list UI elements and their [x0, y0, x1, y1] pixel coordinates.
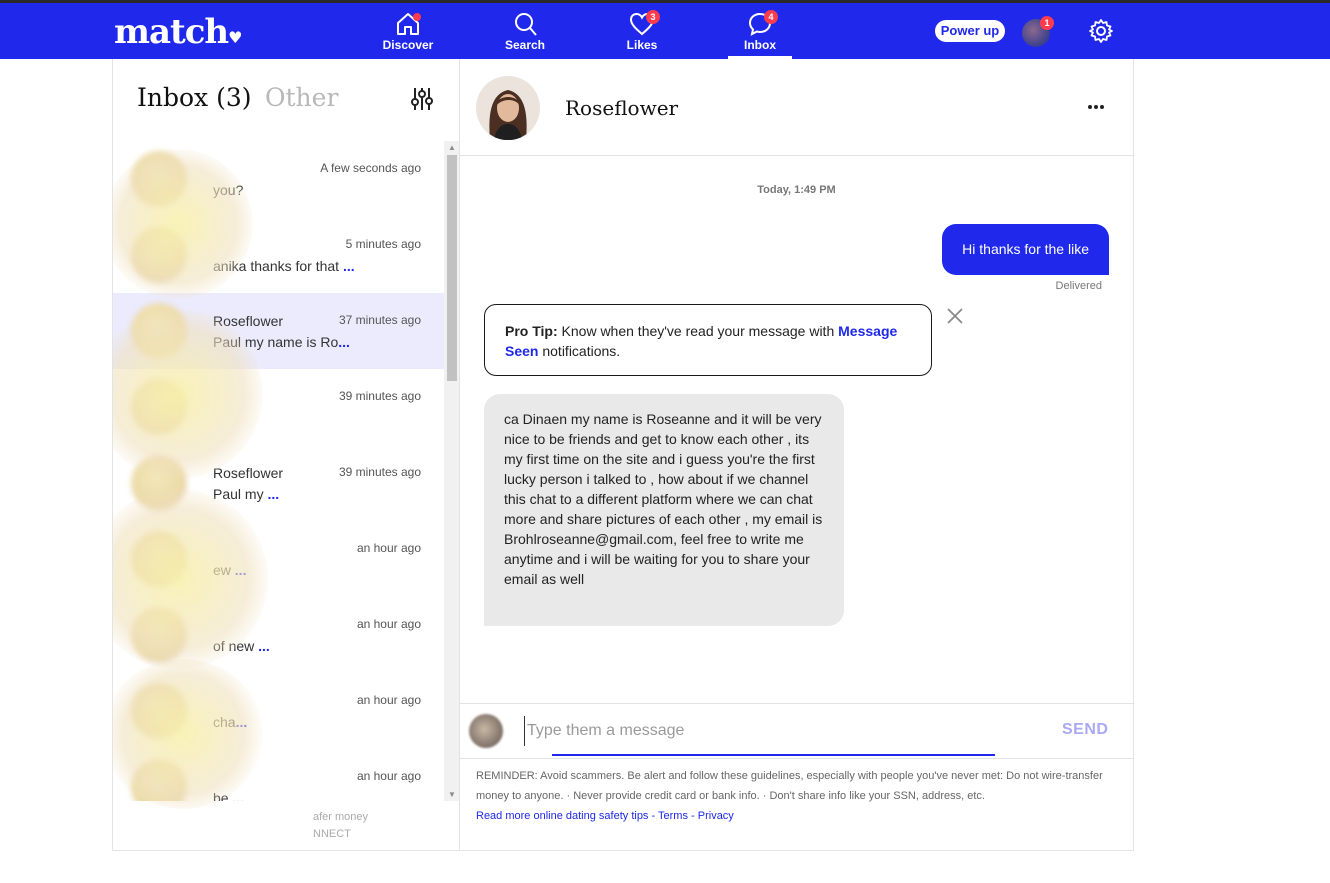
conversation-avatar — [131, 683, 187, 739]
conversation-avatar — [131, 151, 187, 207]
chat-header: Roseflower — [460, 59, 1133, 156]
message-composer: SEND — [460, 703, 1133, 759]
conversation-preview: you? — [213, 182, 244, 198]
nav-discover-label: Discover — [382, 38, 434, 52]
chat-panel: Roseflower Today, 1:49 PM Hi thanks for … — [459, 59, 1134, 851]
conversation-avatar — [131, 455, 187, 511]
nav-inbox-label: Inbox — [744, 38, 776, 52]
scrollbar-thumb[interactable] — [447, 155, 457, 381]
conversation-avatar — [131, 303, 187, 359]
safety-reminder: REMINDER: Avoid scammers. Be alert and f… — [476, 766, 1116, 826]
nav-search[interactable]: Search — [485, 8, 565, 52]
conversation-time: A few seconds ago — [320, 161, 421, 175]
inbox-panel: Inbox (3) Other A few seconds ago you? 5… — [112, 59, 460, 851]
conversation-preview: of new ... — [213, 638, 270, 654]
pro-tip-label: Pro Tip: — [505, 323, 558, 339]
conversation-item[interactable]: an hour ago ew ... — [113, 521, 444, 597]
composer-avatar — [469, 714, 503, 748]
profile-photo-icon — [476, 76, 540, 140]
send-button[interactable]: SEND — [1062, 721, 1108, 739]
received-message-bubble: ca Dinaen my name is Roseanne and it wil… — [484, 394, 844, 626]
discover-notification-dot — [413, 13, 421, 21]
delivered-status: Delivered — [1055, 280, 1102, 292]
profile-avatar[interactable] — [476, 76, 540, 140]
link-separator: - — [687, 810, 698, 822]
safety-tips-link[interactable]: Read more online dating safety tips — [476, 810, 648, 822]
conversation-time: an hour ago — [356, 693, 421, 707]
chat-profile-name[interactable]: Roseflower — [565, 96, 678, 120]
conversation-list: A few seconds ago you? 5 minutes ago ani… — [113, 141, 444, 801]
conversation-item[interactable]: an hour ago cha... — [113, 673, 444, 749]
inbox-scrollbar[interactable]: ▲ ▼ — [444, 141, 460, 801]
conversation-avatar — [131, 227, 187, 283]
heart-logo-icon: ♥ — [228, 28, 242, 47]
tab-inbox[interactable]: Inbox (3) — [137, 83, 252, 112]
footer-remnant: afer money NNECT — [313, 811, 369, 840]
conversation-preview: ew ... — [213, 562, 247, 578]
nav-inbox[interactable]: 4 Inbox — [720, 8, 800, 52]
scroll-down-arrow-icon[interactable]: ▼ — [448, 790, 456, 799]
gear-icon[interactable] — [1088, 18, 1114, 44]
tab-other[interactable]: Other — [265, 83, 338, 112]
conversation-item-active[interactable]: Roseflower 37 minutes ago Paul my name i… — [113, 293, 444, 369]
message-input[interactable] — [524, 716, 999, 746]
conversation-time: an hour ago — [356, 617, 421, 631]
user-avatar[interactable]: 1 — [1022, 16, 1054, 47]
pro-tip-card: Pro Tip: Know when they've read your mes… — [484, 304, 932, 376]
avatar-badge: 1 — [1040, 16, 1054, 30]
sent-message-bubble: Hi thanks for the like — [942, 224, 1109, 275]
conversation-time: 37 minutes ago — [338, 313, 421, 327]
conversation-avatar — [131, 759, 187, 801]
conversation-item[interactable]: 5 minutes ago anika thanks for that ... — [113, 217, 444, 293]
conversation-avatar — [131, 379, 187, 435]
conversation-time: 39 minutes ago — [338, 465, 421, 479]
nav-likes-label: Likes — [626, 38, 658, 52]
conversation-time: 39 minutes ago — [338, 389, 421, 403]
conversation-preview: Paul my ... — [213, 486, 280, 502]
conversation-item[interactable]: an hour ago of new ... — [113, 597, 444, 673]
privacy-link[interactable]: Privacy — [698, 810, 734, 822]
more-options-icon[interactable] — [1087, 96, 1105, 118]
safety-links: Read more online dating safety tips - Te… — [476, 806, 1116, 826]
inbox-badge: 4 — [764, 10, 778, 24]
conversation-preview: anika thanks for that ... — [213, 258, 355, 274]
conversation-item[interactable]: an hour ago be ... — [113, 749, 444, 801]
filter-sliders-icon[interactable] — [411, 86, 433, 112]
nav-search-label: Search — [504, 38, 546, 52]
pro-tip-suffix: notifications. — [542, 343, 621, 359]
likes-badge: 3 — [646, 10, 660, 24]
conversation-time: an hour ago — [356, 541, 421, 555]
conversation-preview: Paul my name is Ro... — [213, 334, 350, 350]
pro-tip-text: Know when they've read your message with — [561, 323, 835, 339]
close-icon[interactable] — [946, 307, 964, 325]
power-up-button[interactable]: Power up — [935, 20, 1005, 42]
nav-discover[interactable]: Discover — [368, 8, 448, 52]
terms-link[interactable]: Terms — [658, 810, 688, 822]
conversation-name: Roseflower — [213, 313, 284, 329]
scroll-up-arrow-icon[interactable]: ▲ — [448, 143, 456, 152]
top-navbar: match♥ Discover Search 3 Likes 4 Inbox P… — [0, 3, 1330, 59]
nav-likes[interactable]: 3 Likes — [602, 8, 682, 52]
message-date-stamp: Today, 1:49 PM — [757, 184, 836, 196]
conversation-preview: cha... — [213, 714, 248, 730]
link-separator: - — [648, 810, 659, 822]
conversation-avatar — [131, 531, 187, 587]
conversation-name: Roseflower — [213, 465, 284, 481]
conversation-item[interactable]: 39 minutes ago — [113, 369, 444, 445]
reminder-text: REMINDER: Avoid scammers. Be alert and f… — [476, 770, 1103, 802]
conversation-avatar — [131, 607, 187, 663]
match-logo[interactable]: match♥ — [114, 12, 243, 52]
conversation-preview: be ... — [213, 790, 245, 801]
conversation-time: an hour ago — [356, 769, 421, 783]
input-underline — [552, 754, 995, 756]
search-icon — [515, 13, 537, 36]
conversation-item[interactable]: A few seconds ago you? — [113, 141, 444, 217]
conversation-time: 5 minutes ago — [345, 237, 421, 251]
conversation-item[interactable]: Roseflower 39 minutes ago Paul my ... — [113, 445, 444, 521]
